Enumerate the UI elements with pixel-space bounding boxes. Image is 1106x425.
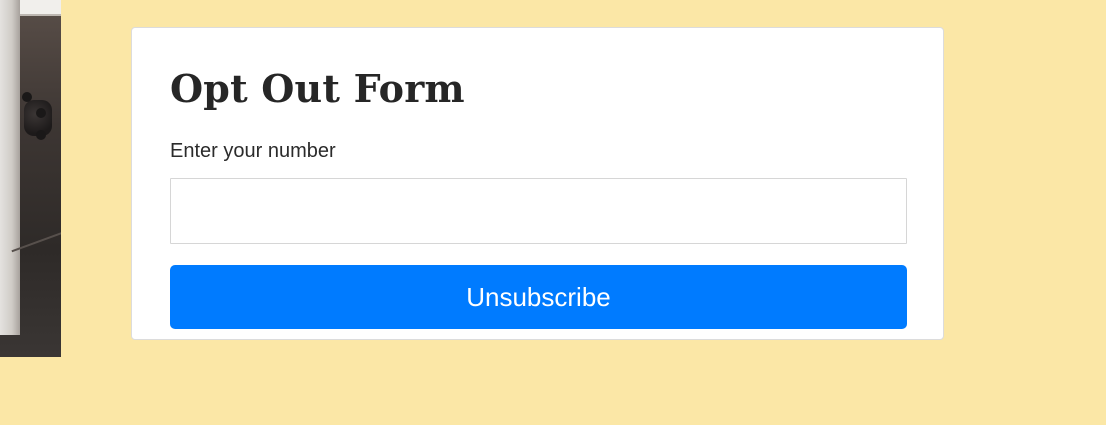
photo-chair-wheel	[36, 130, 46, 140]
photo-chair-wheel	[22, 92, 32, 102]
number-input[interactable]	[170, 178, 907, 244]
number-label: Enter your number	[170, 140, 336, 162]
photo-chair-wheel	[36, 108, 46, 118]
office-photo	[0, 0, 61, 357]
form-title: Opt Out Form	[170, 66, 465, 111]
unsubscribe-button[interactable]: Unsubscribe	[170, 265, 907, 329]
photo-desk-side	[0, 0, 20, 335]
opt-out-card: Opt Out Form Enter your number Unsubscri…	[131, 27, 944, 340]
